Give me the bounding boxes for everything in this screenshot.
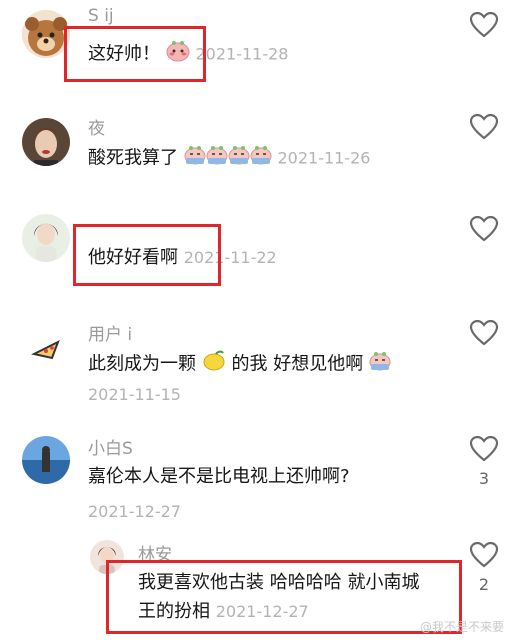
heart-icon[interactable] bbox=[470, 320, 498, 346]
comment-date: 2021-11-28 bbox=[195, 44, 289, 64]
comment-body: 这好帅！ bbox=[88, 43, 160, 65]
comment-body: 他好好看啊 bbox=[88, 247, 178, 268]
comment-date: 2021-12-27 bbox=[88, 502, 181, 521]
username[interactable]: S ij bbox=[88, 6, 114, 26]
comment-date: 2021-11-22 bbox=[183, 248, 277, 267]
crying-emoji-icon bbox=[206, 145, 228, 172]
comment-body: 酸死我算了 bbox=[88, 147, 178, 169]
lemon-emoji-icon bbox=[202, 350, 226, 379]
crying-emoji-icon bbox=[228, 145, 250, 172]
heart-icon[interactable] bbox=[470, 12, 498, 38]
avatar[interactable] bbox=[90, 540, 124, 574]
comment-date: 2021-11-15 bbox=[88, 385, 181, 404]
comment-text: 他好好看啊 2021-11-22 bbox=[88, 246, 277, 270]
avatar[interactable] bbox=[22, 118, 70, 166]
comment-text: 这好帅！ 2021-11-28 bbox=[88, 40, 288, 69]
avatar[interactable] bbox=[22, 10, 70, 58]
avatar[interactable] bbox=[22, 436, 70, 484]
avatar[interactable] bbox=[22, 322, 70, 370]
heart-icon[interactable] bbox=[470, 542, 498, 568]
username[interactable]: 用户 i bbox=[88, 320, 132, 345]
comment-body: 的我 好想见他啊 bbox=[231, 353, 364, 375]
comment-body: 王的扮相 bbox=[138, 601, 210, 622]
crying-emoji-icon bbox=[184, 145, 206, 172]
crying-emoji-icon bbox=[250, 145, 272, 172]
comment-text: 王的扮相 2021-12-27 bbox=[138, 600, 309, 624]
username[interactable]: 林安 bbox=[138, 540, 172, 565]
comment-date: 2021-11-26 bbox=[277, 148, 371, 168]
comment-date: 2021-12-27 bbox=[215, 602, 309, 621]
heart-icon[interactable] bbox=[470, 114, 498, 140]
comment-text: 此刻成为一颗 的我 好想见他啊 bbox=[88, 350, 391, 379]
comment-body: 此刻成为一颗 bbox=[88, 353, 196, 375]
crying-emoji-icon bbox=[369, 351, 391, 378]
heart-icon[interactable] bbox=[470, 216, 498, 242]
like-count: 2 bbox=[478, 575, 490, 594]
comment-body: 嘉伦本人是不是比电视上还帅啊? bbox=[88, 466, 350, 487]
watermark: @我不是不来要 bbox=[420, 620, 505, 634]
comment-body: 我更喜欢他古装 哈哈哈哈 就小南城 bbox=[138, 572, 420, 593]
blush-emoji-icon bbox=[166, 40, 190, 69]
like-count: 3 bbox=[478, 469, 490, 488]
heart-icon[interactable] bbox=[470, 436, 498, 462]
comment-text: 我更喜欢他古装 哈哈哈哈 就小南城 bbox=[138, 571, 419, 595]
username[interactable]: 小白S bbox=[88, 434, 133, 459]
username[interactable]: 夜 bbox=[88, 114, 105, 139]
comment-text: 嘉伦本人是不是比电视上还帅啊? bbox=[88, 465, 350, 489]
avatar[interactable] bbox=[22, 214, 70, 262]
comment-text: 酸死我算了 2021-11-26 bbox=[88, 145, 370, 172]
